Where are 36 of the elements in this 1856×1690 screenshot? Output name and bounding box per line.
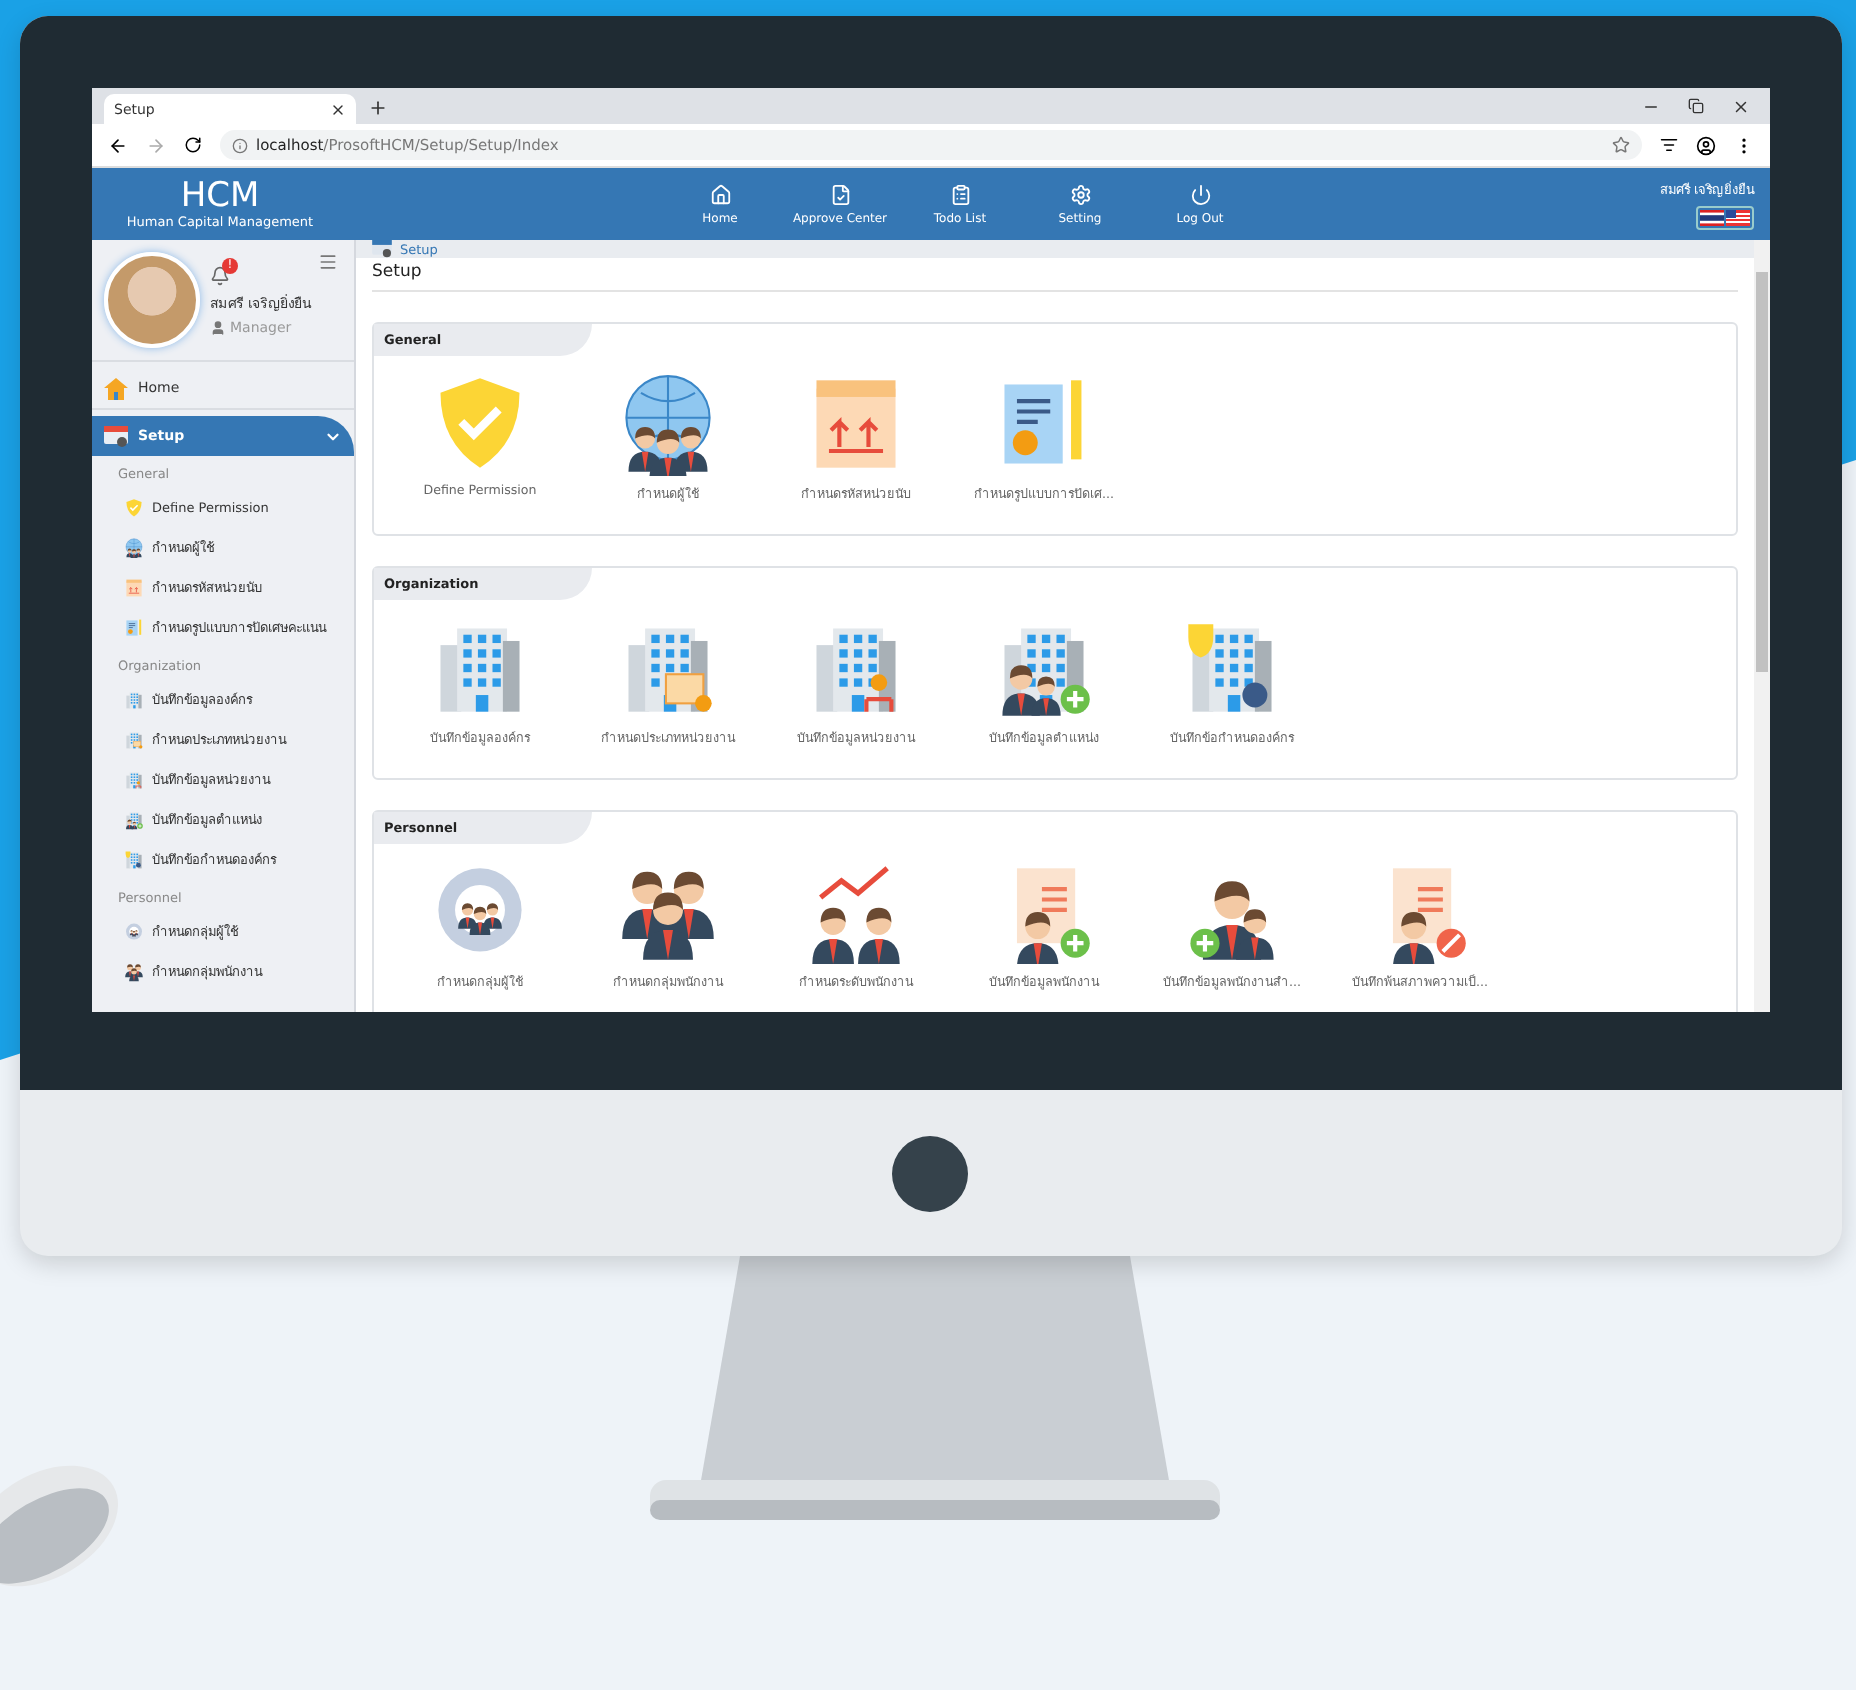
item-icon: [124, 810, 144, 830]
profile-icon[interactable]: [1696, 135, 1716, 155]
thai-flag-icon[interactable]: [1700, 209, 1724, 225]
item-icon: [124, 922, 144, 942]
document-check-icon: [829, 183, 851, 205]
restore-icon[interactable]: [1688, 97, 1704, 113]
star-icon[interactable]: [1612, 136, 1630, 154]
scrollbar[interactable]: [1754, 240, 1770, 1012]
camera-dot: [891, 1135, 967, 1211]
us-flag-icon[interactable]: [1726, 209, 1750, 225]
person-icon: [210, 319, 226, 335]
page-title: Setup: [372, 262, 1738, 292]
power-icon: [1189, 183, 1211, 205]
item-icon: [124, 850, 144, 870]
home-icon: [709, 183, 731, 205]
item-icon: [124, 498, 144, 518]
menu-icon[interactable]: [318, 252, 338, 272]
settings-icon: [1069, 183, 1091, 205]
item-icon: [124, 690, 144, 710]
avatar: [104, 252, 200, 348]
new-tab-icon[interactable]: [368, 98, 388, 118]
logo: HCM: [180, 179, 260, 213]
reload-icon[interactable]: [184, 136, 202, 154]
close-icon[interactable]: [1732, 97, 1750, 115]
clipboard-icon: [949, 183, 971, 205]
item-icon: [124, 962, 144, 982]
back-icon[interactable]: [108, 135, 128, 155]
bell-icon[interactable]: [210, 265, 230, 285]
item-icon: [124, 730, 144, 750]
item-icon: [124, 618, 144, 638]
house-icon: [104, 377, 128, 399]
info-icon: [232, 137, 248, 153]
item-icon: [124, 770, 144, 790]
item-icon: [124, 578, 144, 598]
close-icon[interactable]: [330, 101, 346, 117]
item-icon: [124, 538, 144, 558]
